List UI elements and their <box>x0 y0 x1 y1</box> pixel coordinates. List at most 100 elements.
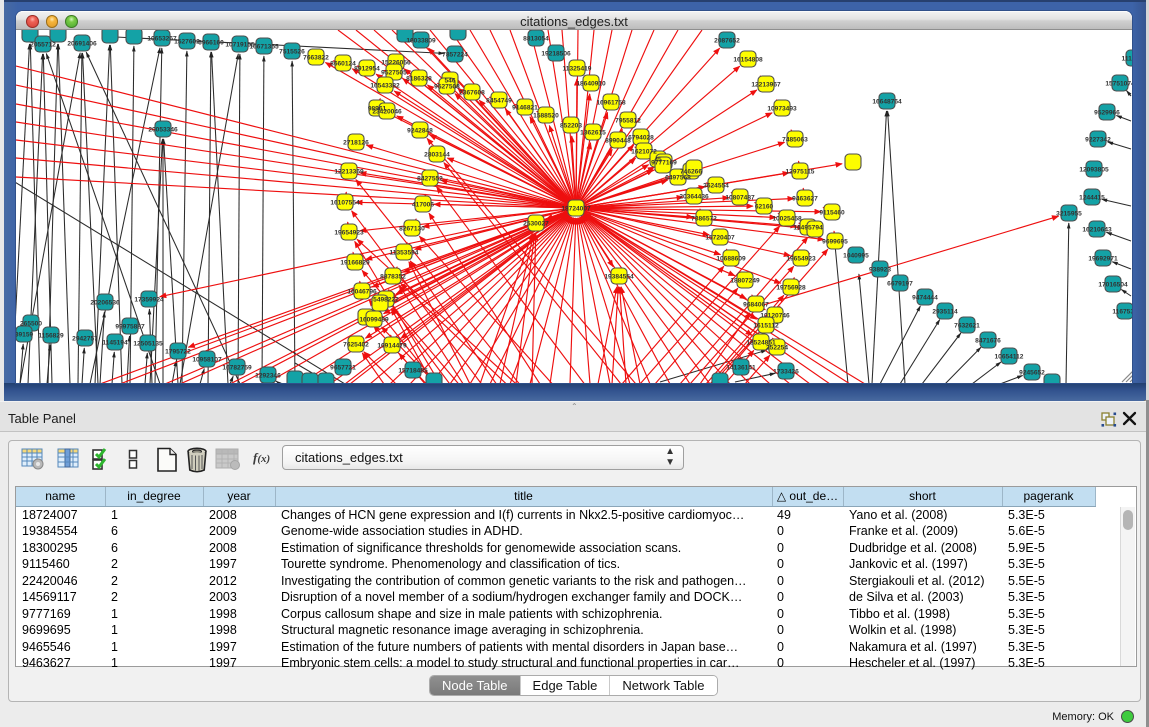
svg-text:19218506: 19218506 <box>541 51 571 58</box>
svg-text:8878352: 8878352 <box>380 274 406 281</box>
svg-text:10653267: 10653267 <box>147 36 177 43</box>
svg-text:16033809: 16033809 <box>406 38 436 45</box>
svg-text:9527505: 9527505 <box>381 70 407 77</box>
svg-text:19384554: 19384554 <box>604 274 634 281</box>
svg-text:1112524: 1112524 <box>1122 56 1132 63</box>
svg-text:6679197: 6679197 <box>887 281 913 288</box>
svg-text:6497568: 6497568 <box>665 175 691 182</box>
svg-text:1527602: 1527602 <box>174 39 200 46</box>
svg-text:19692971: 19692971 <box>1088 256 1118 263</box>
svg-text:8427552: 8427552 <box>417 176 443 183</box>
svg-text:6966160: 6966160 <box>198 40 224 47</box>
svg-text:265500: 265500 <box>20 321 42 328</box>
svg-text:10807487: 10807487 <box>725 195 755 202</box>
svg-text:746266: 746266 <box>680 169 702 176</box>
svg-text:1156829: 1156829 <box>38 333 64 340</box>
svg-text:9684067: 9684067 <box>743 302 769 309</box>
svg-text:9227342: 9227342 <box>1085 137 1111 144</box>
svg-text:9242848: 9242848 <box>407 128 433 135</box>
svg-text:8267130: 8267130 <box>399 226 425 233</box>
svg-text:2530027: 2530027 <box>523 221 549 228</box>
svg-text:11353594: 11353594 <box>390 250 419 257</box>
svg-text:12505135: 12505135 <box>133 341 163 348</box>
svg-text:16671355: 16671355 <box>249 44 279 51</box>
svg-text:2055712: 2055712 <box>30 42 56 49</box>
svg-text:7515526: 7515526 <box>279 49 305 56</box>
svg-text:2718126: 2718126 <box>343 140 369 147</box>
svg-text:7857224: 7857224 <box>442 52 468 59</box>
svg-text:6794028: 6794028 <box>628 135 654 142</box>
svg-text:17016504: 17016504 <box>1098 282 1128 289</box>
svg-text:9777169: 9777169 <box>651 160 677 167</box>
svg-text:7386572: 7386572 <box>691 216 717 223</box>
svg-text:10973493: 10973493 <box>767 106 797 113</box>
svg-text:62160: 62160 <box>755 204 774 211</box>
svg-text:12093805: 12093805 <box>1079 167 1109 174</box>
svg-text:7625402: 7625402 <box>343 342 369 349</box>
svg-text:15751074: 15751074 <box>1105 81 1132 88</box>
svg-text:12213967: 12213967 <box>751 82 781 89</box>
svg-text:20364436: 20364436 <box>679 194 709 201</box>
svg-text:7632621: 7632621 <box>954 323 980 330</box>
svg-text:9146821: 9146821 <box>512 105 538 112</box>
svg-text:11325419: 11325419 <box>563 66 592 73</box>
svg-text:99975887: 99975887 <box>115 324 145 331</box>
svg-text:3624554: 3624554 <box>703 183 729 190</box>
svg-text:9474444: 9474444 <box>912 295 938 302</box>
svg-text:9699695: 9699695 <box>822 239 848 246</box>
svg-text:12213369: 12213369 <box>334 169 364 176</box>
svg-text:10025458: 10025458 <box>772 216 802 223</box>
svg-text:39159: 39159 <box>16 332 33 339</box>
svg-text:8660124: 8660124 <box>330 61 356 68</box>
svg-text:16154808: 16154808 <box>733 57 763 64</box>
svg-text:7955812: 7955812 <box>615 118 641 125</box>
svg-text:10654112: 10654112 <box>995 354 1024 361</box>
svg-text:15718485: 15718485 <box>398 368 428 375</box>
svg-text:1588520: 1588520 <box>533 113 559 120</box>
svg-text:16961758: 16961758 <box>596 100 626 107</box>
svg-text:938923: 938923 <box>869 267 891 274</box>
svg-text:23420046: 23420046 <box>372 109 402 116</box>
svg-text:19166829: 19166829 <box>340 260 370 267</box>
svg-text:16107554: 16107554 <box>330 200 360 207</box>
svg-text:2087652: 2087652 <box>714 38 740 45</box>
svg-text:18640910: 18640910 <box>576 81 606 88</box>
svg-text:2935114: 2935114 <box>932 309 958 316</box>
svg-text:8813054: 8813054 <box>523 36 549 43</box>
svg-text:10688609: 10688609 <box>716 256 746 263</box>
svg-text:16210643: 16210643 <box>1082 227 1112 234</box>
svg-text:5498222: 5498222 <box>373 297 399 304</box>
svg-text:16099489: 16099489 <box>359 317 389 324</box>
svg-text:8454749: 8454749 <box>486 98 512 105</box>
svg-text:252254: 252254 <box>766 345 788 352</box>
svg-text:9115460: 9115460 <box>819 210 845 217</box>
svg-text:16782759: 16782759 <box>222 365 252 372</box>
svg-text:8186328: 8186328 <box>406 76 432 83</box>
svg-text:17359924: 17359924 <box>134 297 164 304</box>
svg-text:12975115: 12975115 <box>786 169 815 176</box>
svg-text:20053346: 20053346 <box>148 127 178 134</box>
svg-text:9527508: 9527508 <box>434 84 460 91</box>
svg-text:16495794: 16495794 <box>793 225 823 232</box>
svg-text:10120746: 10120746 <box>760 313 790 320</box>
svg-text:16914479: 16914479 <box>377 343 407 350</box>
svg-text:2367608: 2367608 <box>459 90 485 97</box>
svg-text:1040995: 1040995 <box>843 253 869 260</box>
svg-text:3215955: 3215955 <box>1056 211 1082 218</box>
svg-text:1621072: 1621072 <box>631 149 657 156</box>
svg-text:15720407: 15720407 <box>705 235 735 242</box>
svg-text:20206536: 20206536 <box>90 300 120 307</box>
svg-text:1244415: 1244415 <box>1079 195 1105 202</box>
svg-text:1795722: 1795722 <box>165 349 191 356</box>
svg-text:9245652: 9245652 <box>1019 370 1045 377</box>
svg-text:9529966: 9529966 <box>1094 110 1120 117</box>
svg-text:417006: 417006 <box>412 202 434 209</box>
svg-text:20691406: 20691406 <box>67 41 97 48</box>
svg-text:1167533: 1167533 <box>1112 309 1132 316</box>
svg-text:852203: 852203 <box>560 123 582 130</box>
svg-text:19654923: 19654923 <box>786 256 816 263</box>
svg-text:8471676: 8471676 <box>975 338 1001 345</box>
svg-text:1362615: 1362615 <box>580 130 606 137</box>
svg-text:7663822: 7663822 <box>303 55 329 62</box>
svg-text:1292346: 1292346 <box>255 373 281 380</box>
